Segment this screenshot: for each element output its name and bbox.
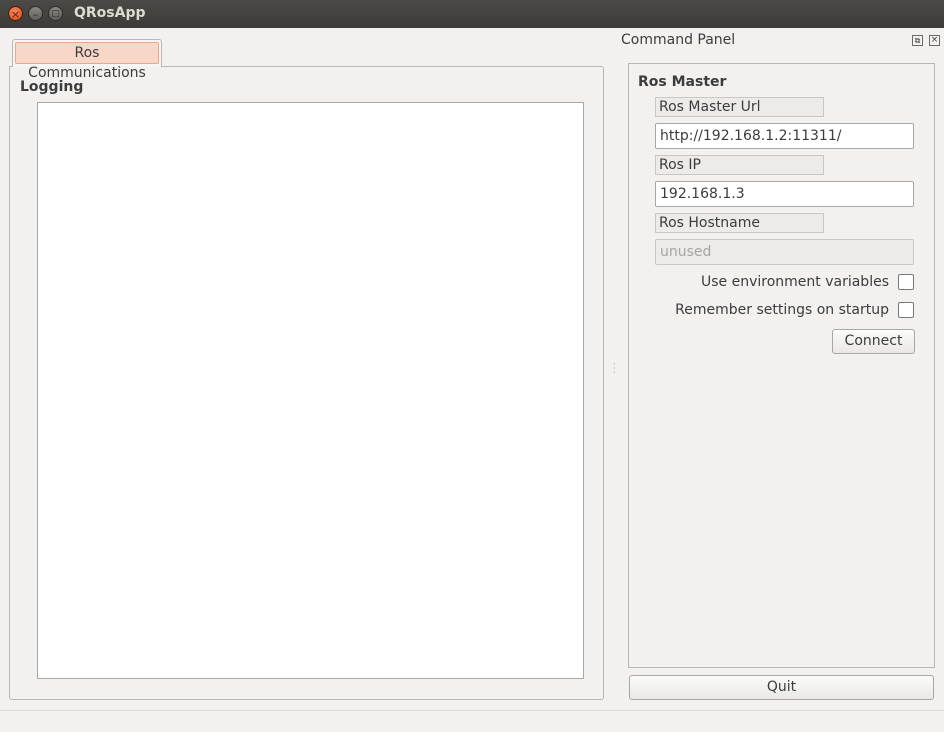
- remember-settings-checkbox[interactable]: [898, 302, 914, 318]
- ros-ip-input[interactable]: [655, 181, 914, 207]
- window-close-button[interactable]: ×: [8, 6, 23, 21]
- window-minimize-button[interactable]: –: [28, 6, 43, 21]
- tab-ros-communications[interactable]: Ros Communications: [12, 39, 162, 81]
- ros-ip-label: Ros IP: [655, 155, 824, 175]
- remember-settings-label: Remember settings on startup: [675, 302, 889, 318]
- use-environment-variables-row[interactable]: Use environment variables: [701, 273, 914, 291]
- ros-master-url-input[interactable]: [655, 123, 914, 149]
- ros-master-group-title: Ros Master: [638, 74, 727, 90]
- close-icon[interactable]: ×: [929, 35, 940, 46]
- ros-hostname-label: Ros Hostname: [655, 213, 824, 233]
- window-maximize-button[interactable]: □: [48, 6, 63, 21]
- tab-label: Ros Communications: [15, 42, 159, 81]
- status-bar: [0, 710, 944, 732]
- logging-group-title: Logging: [20, 79, 84, 95]
- splitter-handle[interactable]: · · ·: [613, 361, 616, 377]
- window-title: QRosApp: [74, 5, 146, 21]
- use-environment-variables-label: Use environment variables: [701, 274, 889, 290]
- logging-list[interactable]: [37, 102, 584, 679]
- connect-button[interactable]: Connect: [832, 329, 915, 354]
- remember-settings-row[interactable]: Remember settings on startup: [675, 301, 914, 319]
- ros-master-url-label: Ros Master Url: [655, 97, 824, 117]
- command-panel-frame: [628, 63, 935, 668]
- restore-icon[interactable]: ⧉: [912, 35, 923, 46]
- quit-button[interactable]: Quit: [629, 675, 934, 700]
- dock-title: Command Panel: [621, 32, 736, 48]
- ros-hostname-input[interactable]: [655, 239, 914, 265]
- use-environment-variables-checkbox[interactable]: [898, 274, 914, 290]
